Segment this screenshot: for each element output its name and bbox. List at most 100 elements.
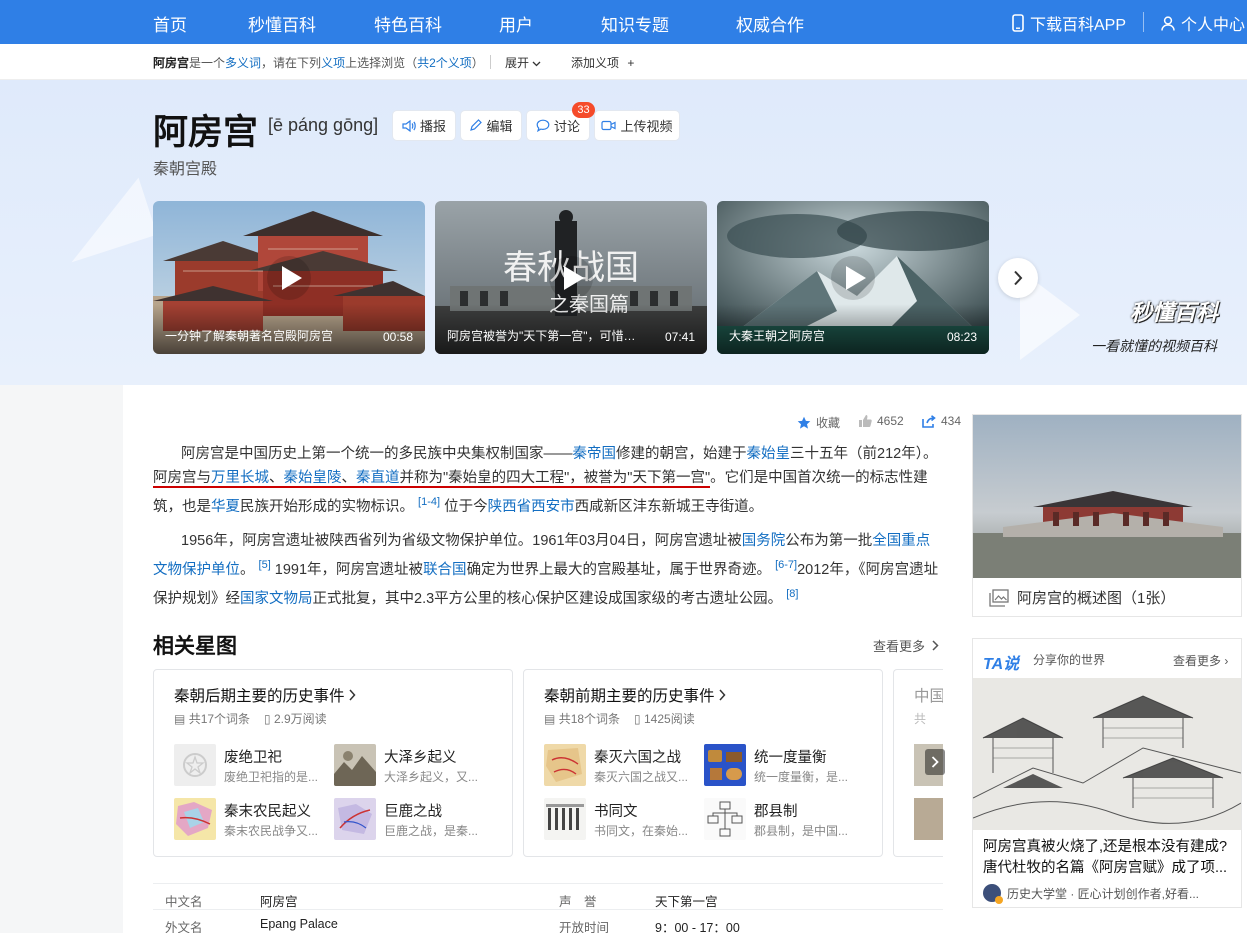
video-duration: 08:23 — [946, 330, 977, 344]
decorative-shape — [52, 177, 158, 263]
link-qin-empire[interactable]: 秦帝国 — [573, 446, 617, 462]
link-state-council[interactable]: 国务院 — [742, 533, 786, 549]
play-icon — [267, 255, 311, 300]
nav-topics[interactable]: 知识专题 — [601, 11, 669, 36]
chevron-right-icon — [932, 640, 939, 651]
related-more-link[interactable]: 查看更多 — [873, 636, 939, 655]
text-segment: 修建的朝宫，始建于 — [616, 446, 747, 462]
sense-link[interactable]: 义项 — [321, 56, 345, 70]
related-section-title: 相关星图 — [153, 635, 237, 658]
term-count-label: 共17个词条 — [188, 712, 251, 726]
reference-marker[interactable]: [1-4] — [418, 496, 440, 508]
highlight-underline: 阿房宫与万里长城、秦始皇陵、秦直道并称为"秦始皇的四大工程"，被誉为"天下第一宫… — [153, 470, 711, 488]
nav-users[interactable]: 用户 — [499, 11, 533, 36]
summary-image — [973, 415, 1241, 578]
thumbs-up-icon — [859, 415, 872, 427]
reference-marker[interactable]: [8] — [786, 588, 798, 600]
card-meta: 共 — [914, 712, 927, 726]
chevron-right-icon — [931, 756, 939, 768]
infobox-row: 中文名 阿房宫 声 誉 天下第一宫 — [153, 883, 943, 909]
star-map-item[interactable]: 废绝卫祀 废绝卫祀指的是... — [174, 744, 334, 788]
reference-marker[interactable]: [5] — [259, 559, 271, 571]
favorite-button[interactable]: 收藏 — [797, 414, 840, 431]
item-name: 秦灭六国之战 — [594, 750, 681, 766]
nav-home[interactable]: 首页 — [153, 11, 187, 36]
ta-author-label: 历史大学堂 · 匠心计划创作者,好看... — [1007, 886, 1200, 901]
card-title[interactable]: 秦朝后期主要的历史事件 — [174, 684, 356, 706]
text-segment: 位于今 — [444, 499, 488, 515]
text-segment: 是一个 — [189, 56, 226, 70]
star-map-item[interactable]: 秦灭六国之战 秦灭六国之战又... — [544, 744, 704, 788]
user-center-link[interactable]: 个人中心 — [1161, 11, 1245, 35]
nav-featured[interactable]: 特色百科 — [374, 11, 442, 36]
edit-label: 编辑 — [486, 119, 513, 134]
page-title: 阿房宫 — [153, 113, 259, 153]
sense-count-link[interactable]: 共2个义项 — [417, 56, 472, 70]
share-icon — [922, 414, 936, 428]
item-desc: 大泽乡起义，又... — [384, 770, 479, 784]
nav-partners[interactable]: 权威合作 — [736, 11, 804, 36]
star-map-item[interactable]: 巨鹿之战 巨鹿之战，是秦... — [334, 798, 494, 842]
related-card[interactable]: 秦朝后期主要的历史事件 ▤ 共17个词条 ▯ 2.9万阅读 废绝卫祀 废绝卫祀指… — [153, 669, 513, 857]
broadcast-button[interactable]: 播报 — [393, 111, 455, 140]
star-map-item[interactable]: 大泽乡起义 大泽乡起义，又... — [334, 744, 494, 788]
share-button[interactable]: 434 — [922, 414, 961, 428]
download-app-link[interactable]: 下载百科APP — [1012, 11, 1126, 35]
ta-card[interactable]: TA说 分享你的世界 查看更多 › 阿房宫真被火烧了,还是根本没有建成?唐代杜牧… — [972, 638, 1242, 908]
add-term-button[interactable]: 添加义项 + — [571, 54, 634, 71]
speaker-icon — [402, 119, 416, 132]
star-map-item[interactable]: 郡县制 郡县制，是中国... — [704, 798, 864, 842]
term-count-label: 共18个词条 — [558, 712, 621, 726]
video-card[interactable]: 大秦王朝之阿房宫 08:23 — [717, 201, 989, 354]
text-segment: 民族开始形成的实物标识。 — [240, 499, 414, 515]
broadcast-label: 播报 — [419, 119, 446, 134]
expand-button[interactable]: 展开 — [505, 54, 541, 71]
disambiguation-text: 阿房宫是一个多义词，请在下列义项上选择浏览（共2个义项） — [153, 54, 484, 71]
disambiguation-bar: 阿房宫是一个多义词，请在下列义项上选择浏览（共2个义项） 展开 添加义项 + — [0, 44, 1247, 80]
image-gallery-icon — [989, 588, 1009, 607]
ta-headline[interactable]: 阿房宫真被火烧了,还是根本没有建成?唐代杜牧的名篇《阿房宫赋》成了项... — [983, 837, 1233, 879]
link-cultural-heritage-admin[interactable]: 国家文物局 — [240, 591, 313, 607]
nav-divider — [1143, 12, 1144, 32]
link-huaxia[interactable]: 华夏 — [211, 499, 240, 515]
nav-miaodong[interactable]: 秒懂百科 — [248, 11, 316, 36]
star-map-item[interactable]: 秦末农民起义 秦末农民战争又... — [174, 798, 334, 842]
text-segment: 公布为第一批 — [785, 533, 873, 549]
phone-icon — [1012, 14, 1024, 32]
link-xian[interactable]: 陕西省西安市 — [488, 499, 575, 515]
favorite-label: 收藏 — [816, 416, 841, 430]
video-duration: 07:41 — [664, 330, 695, 344]
link-qin-mausoleum[interactable]: 秦始皇陵 — [284, 470, 342, 486]
ta-more-link[interactable]: 查看更多 › — [1173, 652, 1228, 669]
item-desc: 郡县制，是中国... — [754, 824, 849, 838]
video-card[interactable]: 一分钟了解秦朝著名宫殿阿房宫 00:58 — [153, 201, 425, 354]
item-desc: 废绝卫祀指的是... — [224, 770, 319, 784]
text-segment: 阿房宫与 — [153, 470, 211, 486]
upload-video-button[interactable]: 上传视频 — [595, 111, 679, 140]
page-subtitle: 秦朝宫殿 — [153, 161, 218, 178]
text-segment: 并称为"秦始皇的四大工程"，被誉为"天下第一宫" — [399, 470, 711, 486]
link-qin-shihuang[interactable]: 秦始皇 — [747, 446, 791, 462]
video-next-button[interactable] — [998, 258, 1038, 298]
video-card[interactable]: 春秋战国 之秦国篇 阿房宫被誉为"天下第一宫"，可惜最... 07:41 — [435, 201, 707, 354]
related-card[interactable]: 秦朝前期主要的历史事件 ▤ 共18个词条 ▯ 1425阅读 秦灭六国之战 秦灭六… — [523, 669, 883, 857]
link-un[interactable]: 联合国 — [423, 562, 467, 578]
related-next-button[interactable] — [925, 749, 945, 775]
star-map-item[interactable]: 统一度量衡 统一度量衡，是... — [704, 744, 864, 788]
text-segment: 阿房宫是中国历史上第一个统一的多民族中央集权制国家—— — [181, 446, 573, 462]
polysemy-link[interactable]: 多义词 — [225, 56, 261, 70]
reference-marker[interactable]: [6-7] — [775, 559, 797, 571]
like-count: 4652 — [877, 414, 904, 428]
chat-bubble-icon — [536, 119, 550, 132]
like-button[interactable]: 4652 — [858, 414, 904, 428]
chevron-right-icon — [719, 689, 726, 701]
edit-button[interactable]: 编辑 — [461, 111, 521, 140]
card-title[interactable]: 秦朝前期主要的历史事件 — [544, 684, 726, 706]
summary-image-card[interactable]: 阿房宫的概述图（1张） — [972, 414, 1242, 617]
star-map-item[interactable]: 书同文 书同文，在秦始... — [544, 798, 704, 842]
link-great-wall[interactable]: 万里长城 — [211, 470, 269, 486]
card-title: 中国 — [914, 688, 943, 705]
item-desc: 巨鹿之战，是秦... — [384, 824, 479, 838]
link-qin-straight-road[interactable]: 秦直道 — [356, 470, 400, 486]
video-caption: 大秦王朝之阿房宫 — [729, 329, 826, 343]
